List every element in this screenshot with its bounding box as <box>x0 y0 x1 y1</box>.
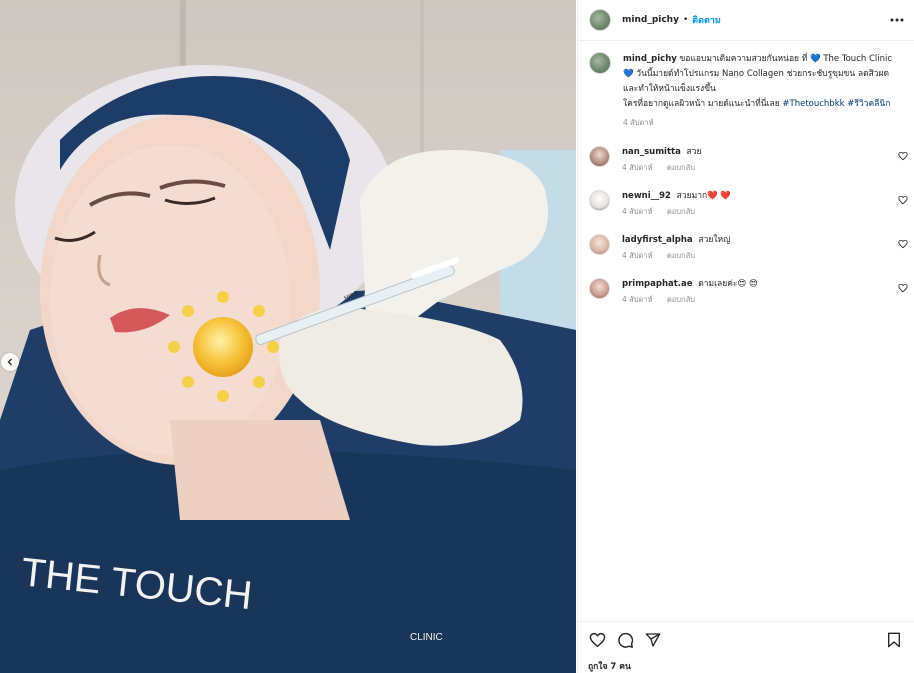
comment-time[interactable]: 4 สัปดาห์ <box>622 163 653 172</box>
reply-button[interactable]: ตอบกลับ <box>667 163 695 172</box>
comment-time[interactable]: 4 สัปดาห์ <box>622 207 653 216</box>
comments-section[interactable]: mind_pichy ขอแอบมาเติมความสวยกันหน่อย ที… <box>578 42 914 620</box>
comment-time[interactable]: 4 สัปดาห์ <box>622 295 653 304</box>
save-button[interactable] <box>885 631 903 649</box>
caption-text-2: The Touch Clinic <box>823 54 893 64</box>
post-media[interactable]: HIRA THE TOUCH CLINIC <box>0 0 576 673</box>
list-item: primpaphat.ae ตามเลยค่ะ😍 😍 4 สัปดาห์ ตอบ… <box>589 278 908 306</box>
avatar[interactable] <box>589 9 611 31</box>
caption-text-4: ใครที่อยากดูแลผิวหน้า มายด์แนะนำที่นี่เล… <box>623 99 780 109</box>
caption-text-3: วันนี้มายด์ทำโปรแกรม Nano Collagen ช่วยก… <box>623 69 890 94</box>
caption-time[interactable]: 4 สัปดาห์ <box>623 118 654 127</box>
heart-icon <box>589 632 605 648</box>
list-item: ladyfirst_alpha สวยใหญ่ 4 สัปดาห์ ตอบกลั… <box>589 234 908 262</box>
list-item: nan_sumitta สวย 4 สัปดาห์ ตอบกลับ <box>589 146 908 174</box>
chevron-left-icon <box>7 358 12 366</box>
like-button[interactable] <box>588 631 606 649</box>
carousel-prev-button[interactable] <box>1 353 19 371</box>
avatar[interactable] <box>589 234 610 255</box>
comment-body: nan_sumitta สวย 4 สัปดาห์ ตอบกลับ <box>622 146 892 174</box>
comment-text: ตามเลยค่ะ😍 😍 <box>698 279 758 289</box>
comment-text: สวยใหญ่ <box>698 235 731 245</box>
avatar[interactable] <box>589 278 610 299</box>
list-item: newni__92 สวยมาก❤️ ❤️ 4 สัปดาห์ ตอบกลับ <box>589 190 908 218</box>
reply-button[interactable]: ตอบกลับ <box>667 295 695 304</box>
avatar[interactable] <box>589 146 610 167</box>
post-actions: ถูกใจ 7 คน <box>578 621 914 673</box>
post-sidebar: mind_pichy • ติดตาม mind_pichy ขอแอบมาเต… <box>577 0 914 673</box>
hashtag-link[interactable]: #Thetouchbkk <box>782 99 844 109</box>
comment-list: nan_sumitta สวย 4 สัปดาห์ ตอบกลับ newni_… <box>589 146 908 306</box>
comment-body: primpaphat.ae ตามเลยค่ะ😍 😍 4 สัปดาห์ ตอบ… <box>622 278 892 306</box>
comment-username[interactable]: ladyfirst_alpha <box>622 235 693 245</box>
avatar[interactable] <box>589 52 611 74</box>
shirt-logo-subtext: CLINIC <box>410 632 443 643</box>
share-icon <box>645 633 661 647</box>
comment-time[interactable]: 4 สัปดาห์ <box>622 251 653 260</box>
share-button[interactable] <box>644 631 662 649</box>
comment-text: สวยมาก❤️ ❤️ <box>676 191 732 201</box>
caption: mind_pichy ขอแอบมาเติมความสวยกันหน่อย ที… <box>589 52 905 130</box>
hashtag-link[interactable]: #รีวิวคลีนิก <box>847 99 890 109</box>
heart-icon[interactable] <box>898 151 908 161</box>
comment-body: newni__92 สวยมาก❤️ ❤️ 4 สัปดาห์ ตอบกลับ <box>622 190 892 218</box>
follow-button[interactable]: ติดตาม <box>692 13 721 27</box>
caption-meta: 4 สัปดาห์ <box>623 115 903 130</box>
more-horizontal-icon <box>890 18 904 22</box>
heart-icon[interactable] <box>898 283 908 293</box>
comment-icon <box>617 632 633 648</box>
avatar[interactable] <box>589 190 610 211</box>
comment-username[interactable]: newni__92 <box>622 191 671 201</box>
post-header: mind_pichy • ติดตาม <box>578 0 914 41</box>
post-photo: HIRA THE TOUCH CLINIC <box>0 0 576 673</box>
post-author-username[interactable]: mind_pichy <box>622 15 679 25</box>
more-options-button[interactable] <box>889 12 905 28</box>
reply-button[interactable]: ตอบกลับ <box>667 207 695 216</box>
separator-dot: • <box>682 15 689 25</box>
reply-button[interactable]: ตอบกลับ <box>667 251 695 260</box>
comment-text: สวย <box>686 147 702 157</box>
blue-heart-icon: 💙 <box>623 69 634 79</box>
bookmark-icon <box>888 632 900 648</box>
heart-icon[interactable] <box>898 195 908 205</box>
comment-username[interactable]: nan_sumitta <box>622 147 681 157</box>
comment-username[interactable]: primpaphat.ae <box>622 279 693 289</box>
heart-icon[interactable] <box>898 239 908 249</box>
likes-count[interactable]: ถูกใจ 7 คน <box>588 659 905 673</box>
caption-text-1: ขอแอบมาเติมความสวยกันหน่อย ที่ <box>679 54 808 64</box>
blue-heart-icon: 💙 <box>810 54 821 64</box>
caption-body: mind_pichy ขอแอบมาเติมความสวยกันหน่อย ที… <box>623 52 903 130</box>
caption-username[interactable]: mind_pichy <box>623 54 677 64</box>
comment-button[interactable] <box>616 631 634 649</box>
comment-body: ladyfirst_alpha สวยใหญ่ 4 สัปดาห์ ตอบกลั… <box>622 234 892 262</box>
